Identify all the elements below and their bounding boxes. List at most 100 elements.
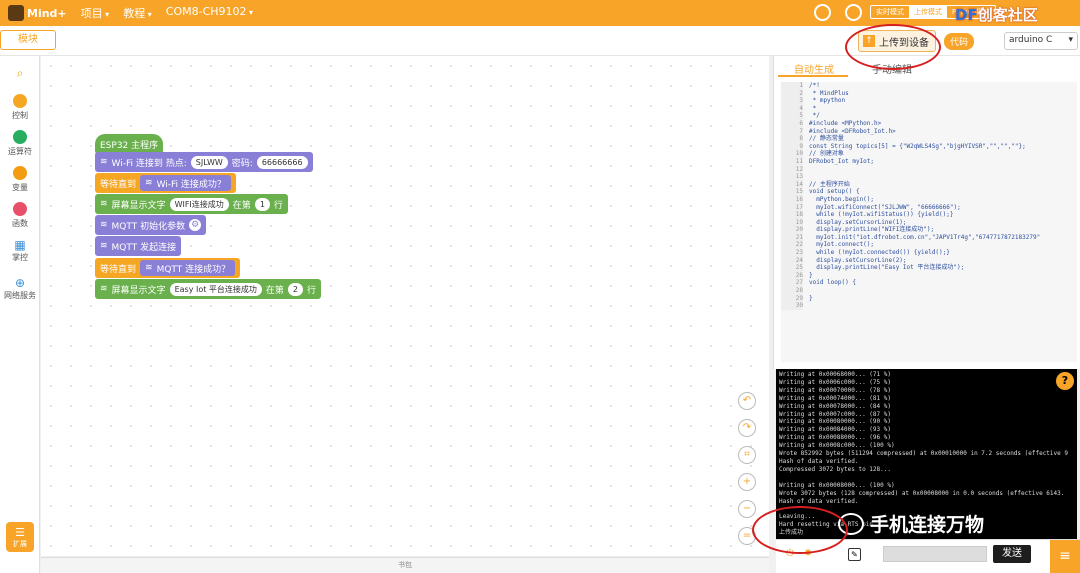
- line-number: 20: [781, 226, 803, 234]
- watermark: 手机连接万物: [838, 510, 984, 537]
- block-screen-text-2[interactable]: ≋ 屏幕显示文字 Easy Iot 平台连接成功 在第 2 行: [95, 279, 322, 299]
- mqtt-connected-label: MQTT 连接成功？: [156, 264, 231, 275]
- category-mpython[interactable]: ▦ 掌控: [0, 238, 40, 263]
- code-text: * mpython: [809, 97, 846, 105]
- watermark-text: 手机连接万物: [870, 514, 985, 536]
- code-text: mPython.begin();: [809, 195, 875, 203]
- password-input[interactable]: 66666666: [256, 155, 308, 169]
- settings-icon[interactable]: [845, 4, 862, 21]
- code-text: const String topics[5] = {"W2qWLS4Sg","b…: [809, 142, 1026, 150]
- block-mqtt-connect[interactable]: ≋ MQTT 发起连接: [95, 236, 182, 256]
- code-line: 29}: [781, 294, 1077, 303]
- code-line: 8 // 静态常量: [781, 135, 1077, 143]
- control-dot-icon: [13, 94, 27, 108]
- line-number: 17: [781, 203, 803, 212]
- code-toggle[interactable]: 代码: [944, 33, 975, 50]
- category-operators[interactable]: 运算符: [0, 130, 40, 157]
- code-line: 2 * MindPlus: [781, 89, 1077, 98]
- feedback-icon[interactable]: [814, 4, 831, 21]
- line-number: 3: [781, 97, 803, 105]
- line-number: 19: [781, 218, 803, 227]
- help-icon[interactable]: ?: [1056, 372, 1074, 390]
- wifi-icon: ≋: [100, 284, 108, 294]
- line-number: 9: [781, 142, 803, 151]
- send-button[interactable]: 发送: [993, 545, 1031, 563]
- mode-upload[interactable]: 上传模式: [909, 6, 947, 18]
- code-text: while (!myIot.connected()) {yield();}: [809, 249, 950, 257]
- category-functions[interactable]: 函数: [0, 202, 40, 229]
- zoom-tools: ↶ ↷ ⌗ + − =: [738, 392, 756, 554]
- block-workspace[interactable]: ESP32 主程序 ≋ Wi-Fi 连接到 热点: SJLWW 密码: 6666…: [41, 56, 769, 556]
- code-text: display.printLine("Easy Iot 平台连接成功");: [809, 264, 965, 272]
- code-text: /*!: [809, 82, 820, 89]
- redo-icon[interactable]: ↷: [738, 419, 756, 437]
- wait-until-label: 等待直到: [100, 264, 137, 275]
- serial-input[interactable]: [883, 546, 987, 562]
- block-wifi-connected[interactable]: ≋ Wi-Fi 连接成功？: [140, 175, 231, 191]
- tab-manual-edit[interactable]: 手动编辑: [866, 60, 918, 77]
- category-label: 网络服务: [4, 291, 36, 300]
- menu-icon[interactable]: ≡: [1050, 540, 1080, 573]
- row-select[interactable]: 2: [287, 282, 304, 296]
- line-number: 7: [781, 127, 803, 136]
- category-network[interactable]: ⊕ 网络服务: [0, 276, 40, 301]
- line-number: 25: [781, 264, 803, 272]
- line-number: 11: [781, 157, 803, 166]
- menu-port[interactable]: COM8-CH9102: [166, 5, 253, 21]
- text-input[interactable]: Easy Iot 平台连接成功: [169, 282, 262, 296]
- clear-icon[interactable]: ✎: [848, 548, 861, 561]
- text-input[interactable]: WIFI连接成功: [169, 197, 229, 211]
- block-mqtt-connected[interactable]: ≋ MQTT 连接成功？: [140, 260, 236, 276]
- code-text: display.setCursorLine(2);: [809, 256, 907, 264]
- block-wifi-connect[interactable]: ≋ Wi-Fi 连接到 热点: SJLWW 密码: 66666666: [95, 152, 313, 172]
- mode-realtime[interactable]: 实时模式: [871, 6, 909, 18]
- row-unit-label: 行: [273, 200, 283, 211]
- zoom-out-icon[interactable]: −: [738, 500, 756, 518]
- modules-button[interactable]: 模块: [0, 30, 56, 50]
- gear-icon[interactable]: ⚙: [189, 219, 202, 231]
- category-control[interactable]: 控制: [0, 94, 40, 121]
- code-line: 5 */: [781, 112, 1077, 120]
- block-screen-text-1[interactable]: ≋ 屏幕显示文字 WIFI连接成功 在第 1 行: [95, 194, 288, 214]
- backpack-bar[interactable]: 书包: [41, 557, 769, 573]
- line-number: 6: [781, 119, 803, 128]
- code-editor[interactable]: 1/*! 2 * MindPlus 3 * mpython 4 * 5 */6 #incl…: [781, 82, 1077, 362]
- app-name: Mind+: [27, 6, 67, 20]
- zoom-reset-icon[interactable]: =: [738, 527, 756, 545]
- board-select[interactable]: arduino C: [1004, 32, 1078, 50]
- block-esp32-main[interactable]: ESP32 主程序: [95, 134, 164, 154]
- block-wait-wifi[interactable]: 等待直到 ≋ Wi-Fi 连接成功？: [95, 173, 236, 193]
- code-line: 27 void loop() {: [781, 279, 1077, 288]
- crop-icon[interactable]: ⌗: [738, 446, 756, 464]
- category-label: 控制: [12, 111, 28, 120]
- undo-icon[interactable]: ↶: [738, 392, 756, 410]
- console-line: Hash of data verified.: [779, 497, 859, 505]
- code-text: // 创建对象: [809, 150, 844, 158]
- plug-icon[interactable]: ⏻: [786, 548, 794, 559]
- zoom-in-icon[interactable]: +: [738, 473, 756, 491]
- category-variables[interactable]: 变量: [0, 166, 40, 193]
- mqtt-init-label: MQTT 初始化参数: [111, 221, 186, 232]
- sun-icon[interactable]: ✹: [804, 548, 812, 559]
- console-line: Writing at 0x0006c000... (75 %): [779, 378, 891, 386]
- block-wait-mqtt[interactable]: 等待直到 ≋ MQTT 连接成功？: [95, 258, 241, 278]
- extensions-button[interactable]: ☰ 扩展: [6, 522, 34, 552]
- upload-button[interactable]: ↑ 上传到设备: [858, 30, 936, 52]
- search-icon[interactable]: ⌕: [0, 66, 40, 81]
- upload-icon: ↑: [863, 35, 875, 47]
- globe-icon: ⊕: [14, 276, 26, 290]
- console-line: Writing at 0x00078000... (84 %): [779, 402, 891, 410]
- code-text: // 主程序开始: [809, 180, 850, 188]
- line-number: 29: [781, 294, 803, 303]
- menu-project[interactable]: 项目: [81, 5, 110, 21]
- code-text: #include <DFRobot_Iot.h>: [809, 127, 896, 135]
- wifi-icon: ≋: [100, 241, 108, 251]
- block-mqtt-init[interactable]: ≋ MQTT 初始化参数 ⚙: [95, 215, 207, 235]
- ssid-input[interactable]: SJLWW: [190, 155, 228, 169]
- menu-tutorial[interactable]: 教程: [123, 5, 152, 21]
- logo-mascot-icon: [8, 5, 24, 21]
- code-text: void loop() {: [809, 279, 856, 287]
- screen-text-label: 屏幕显示文字: [111, 285, 166, 296]
- row-select[interactable]: 1: [254, 197, 270, 211]
- line-number: 18: [781, 211, 803, 219]
